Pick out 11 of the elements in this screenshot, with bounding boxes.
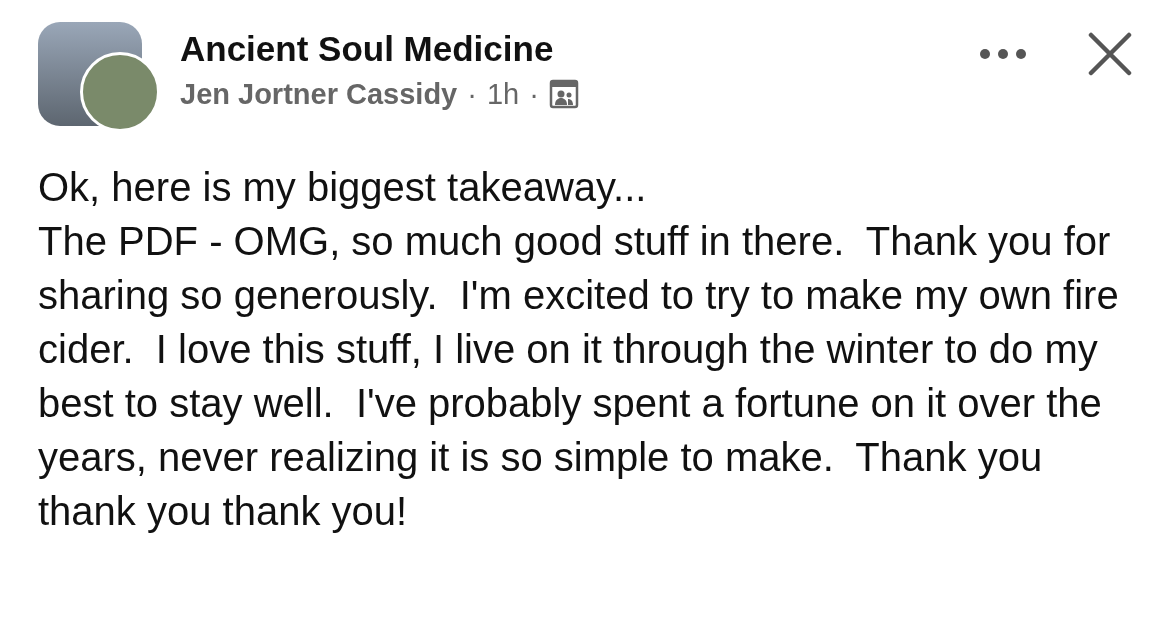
author-name[interactable]: Jen Jortner Cassidy [180,74,458,114]
group-name[interactable]: Ancient Soul Medicine [180,26,579,72]
post-text: Ok, here is my biggest takeaway... [38,164,648,211]
close-icon[interactable] [1088,32,1132,76]
post-time[interactable]: 1h [486,74,520,114]
separator: · [467,77,477,112]
more-options-icon[interactable] [978,47,1028,61]
group-audience-icon [548,79,579,109]
separator: · [529,77,539,112]
avatar-drawing[interactable] [38,22,160,132]
post-text: The PDF - OMG, so much good stuff in there. Thank you for sharing so generously. I'm excited to try to make my own fire cider. I love this stuff, I live on it through the winter to do my best to stay well. I've probably spent a fortune on it over the years, never realizing it is so simple to make. Thank you thank you thank you! [38,218,1120,535]
